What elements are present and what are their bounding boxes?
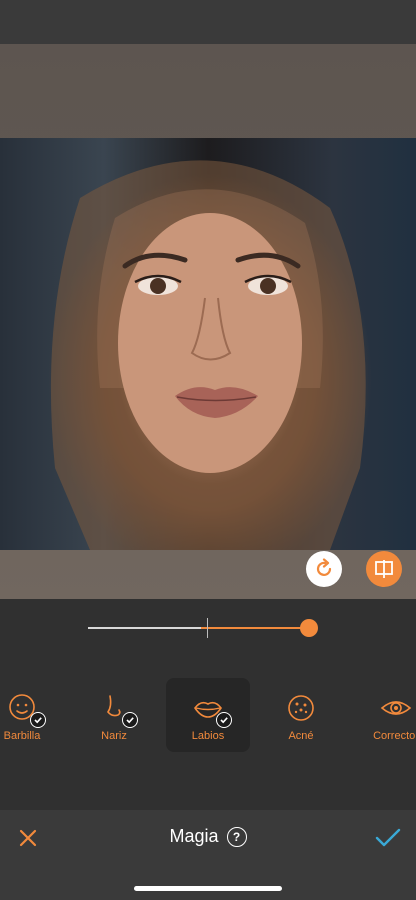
intensity-slider[interactable] <box>88 618 319 638</box>
home-indicator <box>134 886 282 891</box>
photo-canvas[interactable] <box>0 44 416 599</box>
tool-acne[interactable]: Acné <box>259 678 343 752</box>
help-icon[interactable]: ? <box>226 826 247 847</box>
tool-label: Corrector <box>373 730 416 742</box>
page-title: Magia <box>169 826 219 846</box>
checkmark-icon <box>375 828 401 847</box>
applied-check-icon <box>30 712 46 728</box>
tool-label: Labios <box>191 730 225 742</box>
applied-check-icon <box>216 712 232 728</box>
slider-track-right <box>201 627 310 629</box>
eye-icon <box>380 701 412 715</box>
tool-corrector[interactable]: Corrector <box>354 678 416 752</box>
portrait-photo <box>0 138 416 550</box>
slider-track-left <box>88 627 208 629</box>
compare-button[interactable] <box>366 551 402 587</box>
slider-center-tick <box>207 618 208 638</box>
tool-barbilla[interactable]: Barbilla <box>0 678 64 752</box>
tool-label: Barbilla <box>3 730 41 742</box>
title-group: Magia ? <box>0 826 416 847</box>
acne-icon <box>288 695 314 721</box>
compare-icon <box>375 560 393 578</box>
apply-button[interactable] <box>372 824 404 852</box>
tool-label: Acné <box>288 730 314 742</box>
tool-nariz[interactable]: Nariz <box>72 678 156 752</box>
tool-label: Nariz <box>101 730 127 742</box>
status-bar <box>0 0 416 44</box>
slider-thumb[interactable] <box>300 619 319 637</box>
tool-labios[interactable]: Labios <box>166 678 250 752</box>
reset-button[interactable] <box>306 551 342 587</box>
reset-icon <box>316 558 332 576</box>
applied-check-icon <box>122 712 138 728</box>
tool-strip[interactable]: Barbilla Nariz Labios Acné Corrector <box>0 675 416 755</box>
